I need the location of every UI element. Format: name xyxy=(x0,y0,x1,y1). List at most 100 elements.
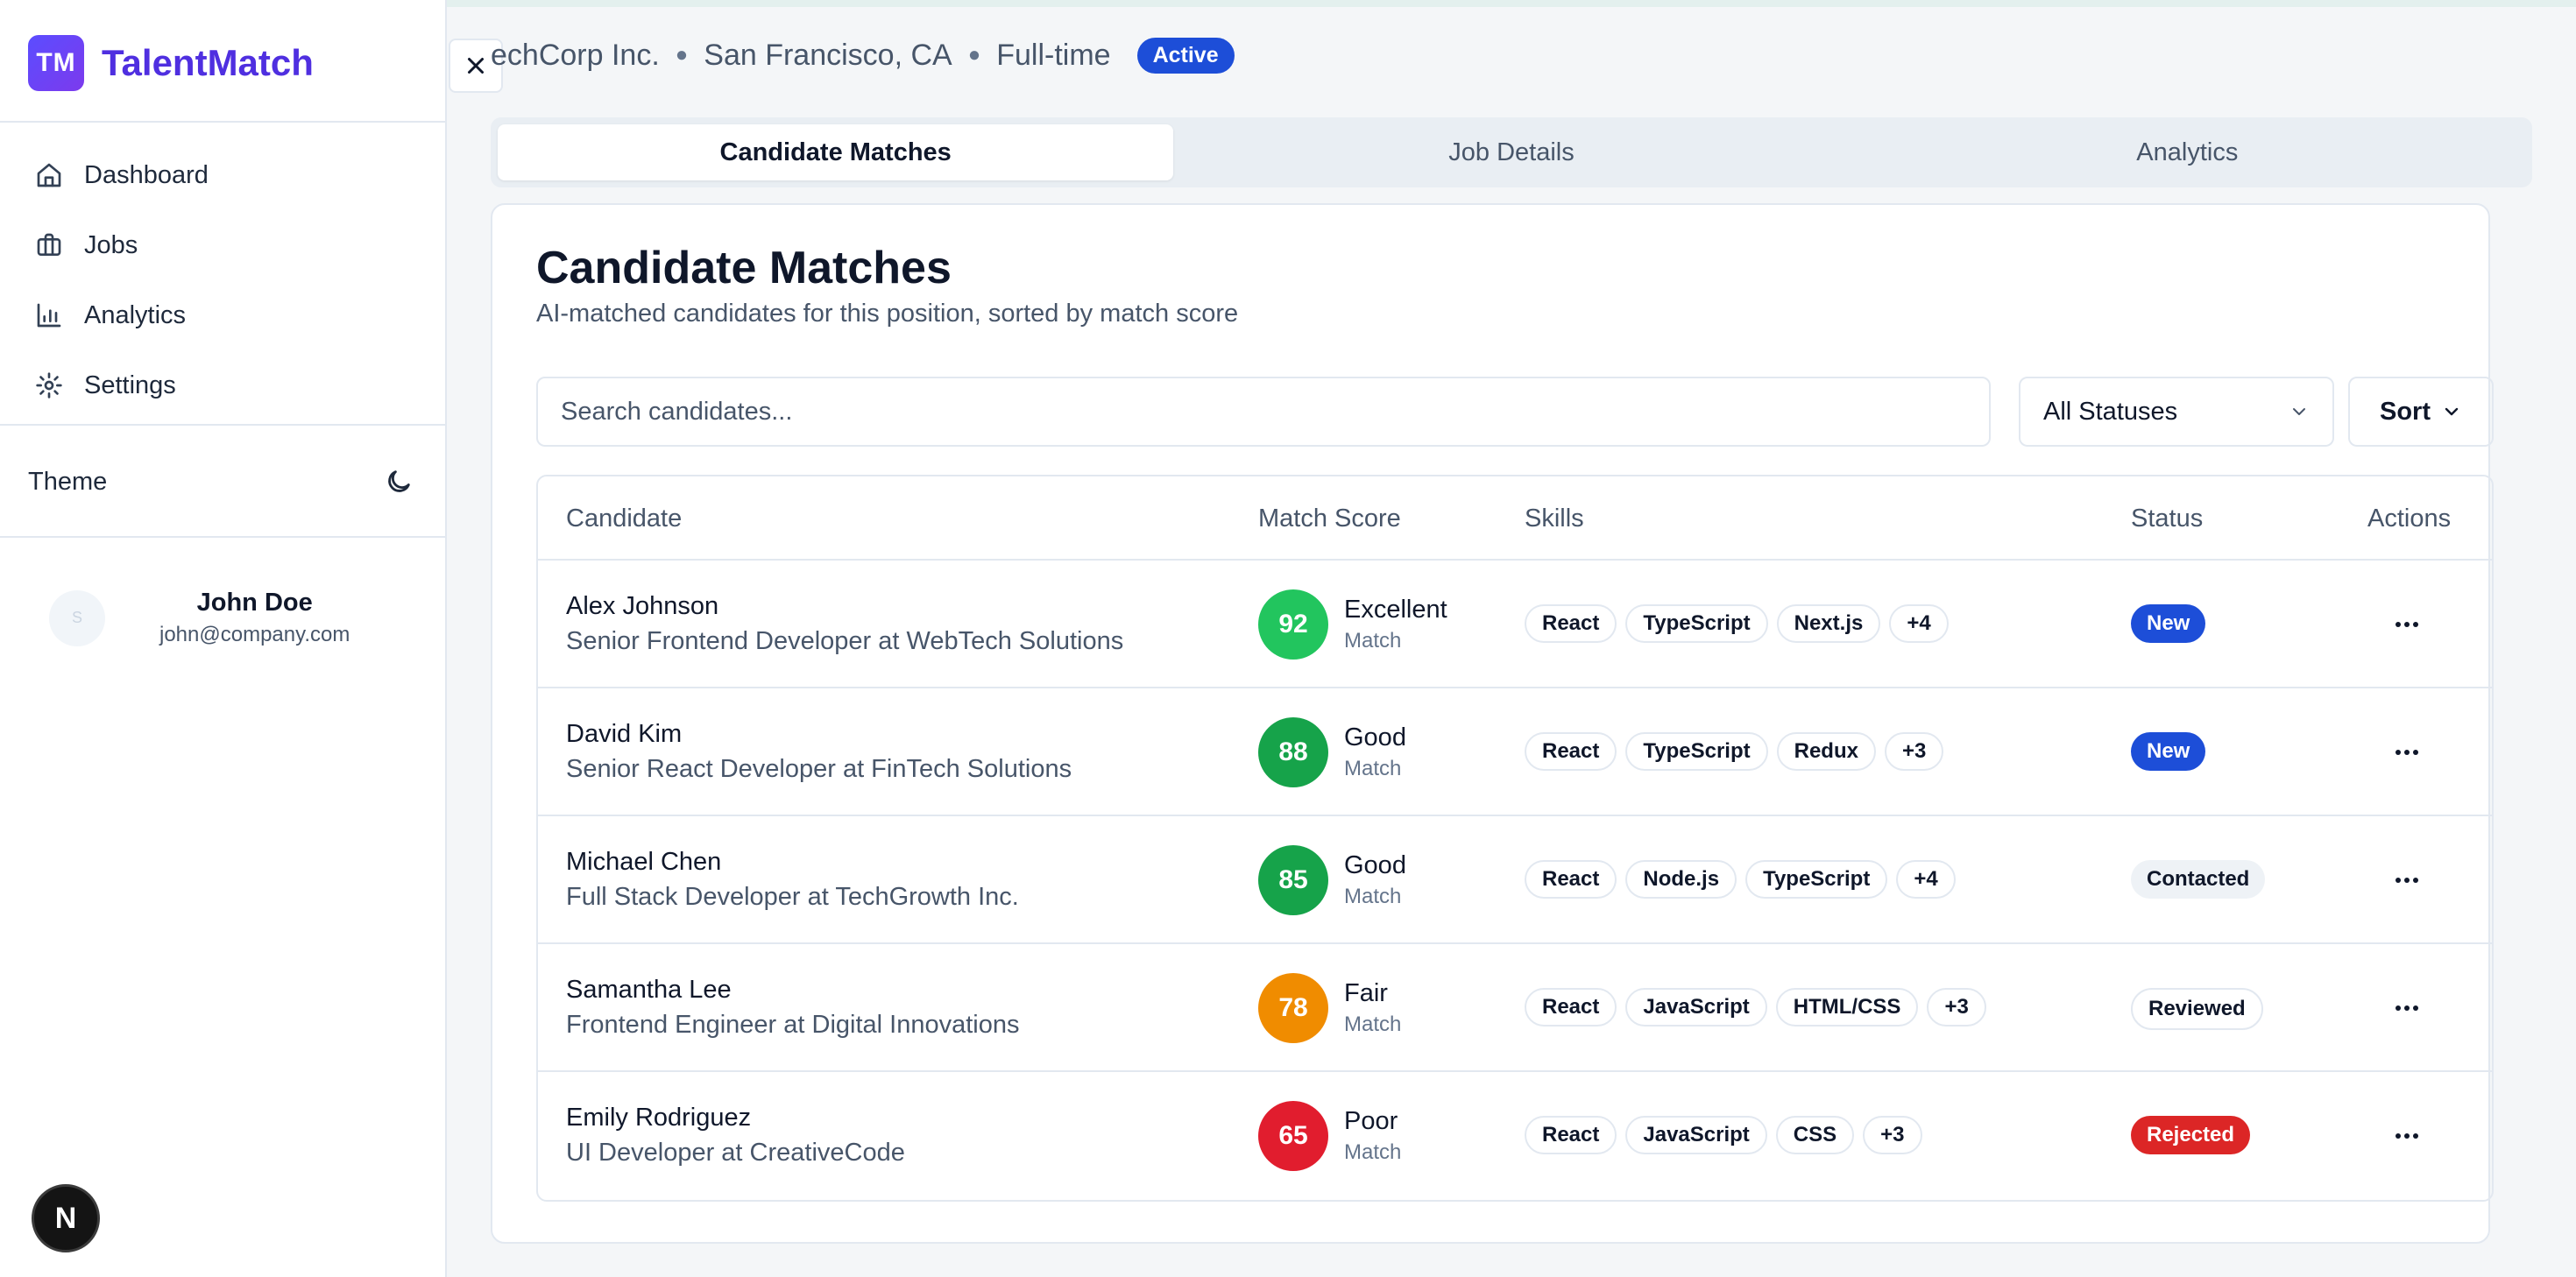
skill-chip: JavaScript xyxy=(1625,988,1767,1027)
status-badge: Contacted xyxy=(2131,860,2266,899)
skill-chip: +4 xyxy=(1896,860,1956,899)
sidebar-item-label: Dashboard xyxy=(84,160,209,189)
status-badge: New xyxy=(2131,604,2206,643)
status-filter-value: All Statuses xyxy=(2043,397,2178,426)
home-icon xyxy=(37,163,61,187)
match-score-sub: Match xyxy=(1344,885,1402,908)
close-icon xyxy=(468,58,484,74)
brand[interactable]: TM TalentMatch xyxy=(28,35,314,91)
row-actions-button[interactable] xyxy=(2388,1118,2425,1154)
match-score-circle: 92 xyxy=(1258,589,1328,660)
skill-chip: +3 xyxy=(1884,732,1944,771)
user-email: john@company.com xyxy=(159,623,350,646)
row-actions-button[interactable] xyxy=(2388,734,2425,771)
job-location: San Francisco, CA xyxy=(704,38,952,72)
dev-tools-badge[interactable]: N xyxy=(32,1184,100,1252)
match-score-sub: Match xyxy=(1344,1140,1402,1164)
skills-list: React JavaScript CSS +3 xyxy=(1525,1116,1931,1154)
table-row[interactable]: Michael Chen Full Stack Developer at Tech… xyxy=(538,816,2492,944)
header-candidate[interactable]: Candidate xyxy=(566,504,682,533)
candidate-name[interactable]: Emily Rodriguez xyxy=(566,1104,751,1132)
more-horizontal-icon xyxy=(2396,1133,2418,1139)
table-header: Candidate Match Score Skills Status Acti… xyxy=(538,476,2492,561)
skill-chip: Node.js xyxy=(1625,860,1737,899)
match-score-sub: Match xyxy=(1344,1012,1402,1036)
more-horizontal-icon xyxy=(2396,750,2418,755)
more-horizontal-icon xyxy=(2396,1005,2418,1011)
candidate-name[interactable]: David Kim xyxy=(566,720,682,749)
candidate-role: Full Stack Developer at TechGrowth Inc. xyxy=(566,883,1019,911)
skill-chip: React xyxy=(1525,604,1617,643)
sidebar-divider xyxy=(0,536,447,538)
meta-separator: ● xyxy=(675,43,689,67)
user-info: John Doe john@company.com xyxy=(159,589,350,647)
status-badge: New xyxy=(2131,732,2206,771)
header-status: Status xyxy=(2131,504,2204,533)
table-row[interactable]: Emily Rodriguez UI Developer at CreativeC… xyxy=(538,1072,2492,1200)
skill-chip: Next.js xyxy=(1776,604,1881,643)
sidebar-item-analytics[interactable]: Analytics xyxy=(0,280,447,350)
gear-icon xyxy=(36,372,62,399)
row-actions-button[interactable] xyxy=(2388,606,2425,643)
skills-list: React Node.js TypeScript +4 xyxy=(1525,860,1964,899)
more-horizontal-icon xyxy=(2396,878,2418,883)
skill-chip: Redux xyxy=(1776,732,1876,771)
tab-analytics[interactable]: Analytics xyxy=(1850,124,2525,180)
row-actions-button[interactable] xyxy=(2388,990,2425,1027)
match-score-label: Excellent xyxy=(1344,596,1447,624)
theme-label: Theme xyxy=(28,467,108,496)
tab-candidate-matches[interactable]: Candidate Matches xyxy=(498,124,1174,180)
skill-chip: CSS xyxy=(1775,1116,1855,1154)
tab-job-details[interactable]: Job Details xyxy=(1173,124,1849,180)
moon-icon[interactable] xyxy=(384,467,414,497)
job-meta: echCorp Inc. ● San Francisco, CA ● Full-… xyxy=(491,33,1235,77)
table-row[interactable]: David Kim Senior React Developer at FinTe… xyxy=(538,688,2492,816)
status-filter-select[interactable]: All Statuses xyxy=(2019,377,2334,447)
candidates-table: Candidate Match Score Skills Status Acti… xyxy=(536,475,2494,1202)
sidebar-item-dashboard[interactable]: Dashboard xyxy=(0,140,447,210)
bar-chart-icon xyxy=(37,303,61,328)
header-skills: Skills xyxy=(1525,504,1584,533)
candidate-name[interactable]: Michael Chen xyxy=(566,848,721,877)
header-actions: Actions xyxy=(2367,504,2452,533)
sidebar-item-jobs[interactable]: Jobs xyxy=(0,210,447,280)
candidate-name[interactable]: Samantha Lee xyxy=(566,976,732,1005)
row-actions-button[interactable] xyxy=(2388,862,2425,899)
briefcase-icon xyxy=(37,233,61,256)
sidebar-item-settings[interactable]: Settings xyxy=(0,350,447,420)
table-row[interactable]: Alex Johnson Senior Frontend Developer at… xyxy=(538,561,2492,688)
candidate-matches-card: Candidate Matches AI-matched candidates … xyxy=(491,203,2494,1244)
chevron-down-icon xyxy=(2445,407,2459,416)
search-input[interactable] xyxy=(536,377,1991,447)
avatar: S xyxy=(49,589,105,646)
skill-chip: React xyxy=(1525,1116,1617,1154)
sort-label: Sort xyxy=(2380,397,2431,426)
skill-chip: TypeScript xyxy=(1745,860,1888,899)
job-status-badge: Active xyxy=(1136,37,1235,74)
match-score-sub: Match xyxy=(1344,757,1402,780)
user-profile[interactable]: S John Doe john@company.com xyxy=(49,589,350,647)
meta-separator: ● xyxy=(967,43,981,67)
candidate-name[interactable]: Alex Johnson xyxy=(566,592,718,621)
job-type: Full-time xyxy=(996,38,1111,72)
skill-chip: HTML/CSS xyxy=(1775,988,1919,1027)
skill-chip: React xyxy=(1525,860,1617,899)
user-name: John Doe xyxy=(196,589,313,617)
chevron-down-icon xyxy=(2293,408,2305,415)
header-match-score[interactable]: Match Score xyxy=(1258,504,1401,533)
card-title: Candidate Matches xyxy=(536,243,952,293)
skill-chip: JavaScript xyxy=(1625,1116,1767,1154)
sidebar-item-label: Jobs xyxy=(84,230,138,259)
match-score-label: Good xyxy=(1344,851,1406,879)
match-score-label: Poor xyxy=(1344,1107,1398,1135)
sidebar-divider xyxy=(0,121,447,123)
sort-button[interactable]: Sort xyxy=(2348,377,2494,447)
theme-row: Theme xyxy=(28,455,414,508)
candidate-role: Senior Frontend Developer at WebTech Sol… xyxy=(566,627,1124,655)
skill-chip: +3 xyxy=(1927,988,1986,1027)
sidebar-nav: Dashboard Jobs Analytics Settings xyxy=(0,140,447,420)
skill-chip: React xyxy=(1525,988,1617,1027)
match-score-label: Good xyxy=(1344,723,1406,751)
table-row[interactable]: Samantha Lee Frontend Engineer at Digital… xyxy=(538,944,2492,1072)
skill-chip: TypeScript xyxy=(1625,604,1768,643)
